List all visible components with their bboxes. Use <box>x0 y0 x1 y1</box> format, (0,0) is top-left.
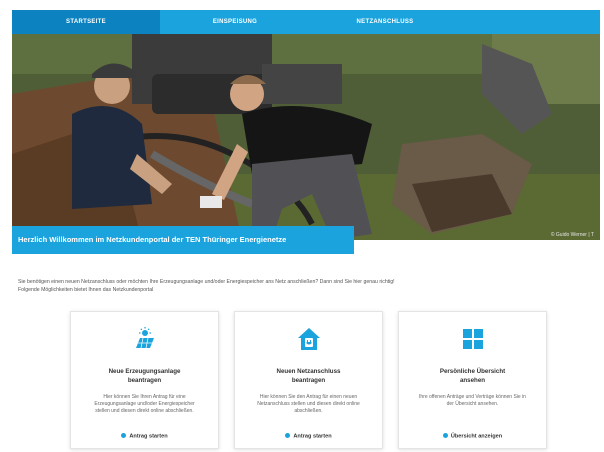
uebersicht-anzeigen-link[interactable]: Übersicht anzeigen <box>399 433 546 440</box>
intro-line-2: Folgende Möglichkeiten bietet Ihnen das … <box>18 287 154 293</box>
card-description: Ihre offenen Anträge und Verträge können… <box>411 394 534 408</box>
welcome-banner: Herzlich Willkommen im Netzkundenportal … <box>12 226 354 254</box>
card-description-line-3: abschließen. <box>294 408 323 414</box>
card-description: Hier können Sie Ihren Antrag für eine Er… <box>83 394 206 415</box>
photo-credit: © Guido Werner | T <box>550 232 594 238</box>
card-description-line-3: stellen und diesen direkt online abschli… <box>95 408 194 414</box>
bullet-icon <box>285 433 291 438</box>
intro-text: Sie benötigen einen neuen Netzanschluss … <box>18 278 578 294</box>
card-description-line-2: Erzeugungsanlage und/oder Energiespeiche… <box>94 401 195 407</box>
intro-line-1: Sie benötigen einen neuen Netzanschluss … <box>18 279 395 285</box>
card-title-line-2: beantragen <box>291 377 326 384</box>
card-title-line-1: Persönliche Übersicht <box>439 368 506 375</box>
card-title: Neue Erzeugungsanlage beantragen <box>77 367 212 385</box>
card-title-line-1: Neuen Netzanschluss <box>276 368 341 375</box>
tab-einspeisung[interactable]: EINSPEISUNG <box>160 10 310 34</box>
action-label: Antrag starten <box>293 433 332 440</box>
card-title: Persönliche Übersicht ansehen <box>405 367 540 385</box>
card-title-line-2: beantragen <box>127 377 162 384</box>
tab-netzanschluss[interactable]: NETZANSCHLUSS <box>310 10 460 34</box>
hero-illustration <box>12 34 600 240</box>
card-uebersicht: Persönliche Übersicht ansehen Ihre offen… <box>398 311 547 449</box>
card-description-line-1: Ihre offenen Anträge und Verträge können… <box>419 394 526 400</box>
portal-page: STARTSEITE EINSPEISUNG NETZANSCHLUSS © G… <box>12 10 600 450</box>
tab-startseite[interactable]: STARTSEITE <box>12 10 160 34</box>
card-description-line-2: Netzanschluss stellen und diesen direkt … <box>257 401 360 407</box>
hero-photo: © Guido Werner | T <box>12 34 600 240</box>
bullet-icon <box>121 433 127 438</box>
card-netzanschluss: Neuen Netzanschluss beantragen Hier könn… <box>234 311 383 449</box>
card-title-line-2: ansehen <box>459 377 486 384</box>
card-title: Neuen Netzanschluss beantragen <box>241 367 376 385</box>
solar-panel-icon <box>135 327 154 349</box>
main-navigation: STARTSEITE EINSPEISUNG NETZANSCHLUSS <box>12 10 600 34</box>
card-title-line-1: Neue Erzeugungsanlage <box>108 368 181 375</box>
card-erzeugungsanlage: Neue Erzeugungsanlage beantragen Hier kö… <box>70 311 219 449</box>
house-plug-icon <box>297 328 320 350</box>
card-description-line-2: der Übersicht ansehen. <box>446 401 499 407</box>
grid-overview-icon <box>462 329 483 349</box>
card-description-line-1: Hier können Sie Ihren Antrag für eine <box>103 394 186 400</box>
antrag-starten-link[interactable]: Antrag starten <box>71 433 218 440</box>
action-label: Antrag starten <box>129 433 168 440</box>
card-description-line-1: Hier können Sie den Antrag für einen neu… <box>259 394 358 400</box>
card-description: Hier können Sie den Antrag für einen neu… <box>247 394 370 415</box>
action-label: Übersicht anzeigen <box>450 433 503 440</box>
antrag-starten-link[interactable]: Antrag starten <box>235 433 382 440</box>
bullet-icon <box>442 433 448 438</box>
